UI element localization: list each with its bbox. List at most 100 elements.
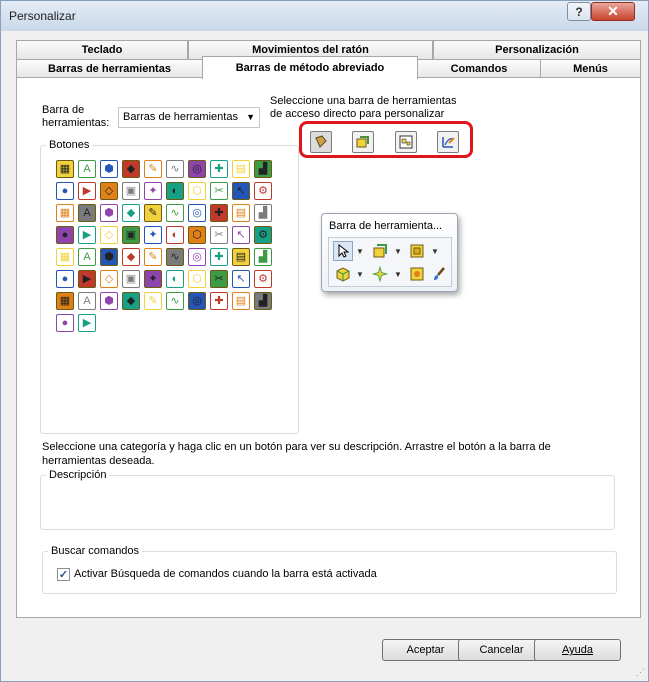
target-icon[interactable]: ⬡: [188, 182, 206, 200]
dots-grid-icon[interactable]: ▶: [78, 270, 96, 288]
sketch-shortcut-icon[interactable]: [437, 131, 459, 153]
help-button[interactable]: Ayuda: [534, 639, 621, 661]
text-format-icon[interactable]: A: [78, 160, 96, 178]
box-yellow-icon[interactable]: [407, 241, 427, 261]
save-icon[interactable]: ⬡: [188, 226, 206, 244]
checklist-icon[interactable]: ↖: [232, 226, 250, 244]
camera-icon[interactable]: A: [78, 292, 96, 310]
print-icon[interactable]: ✂: [210, 226, 228, 244]
box-icon[interactable]: ◆: [122, 160, 140, 178]
tab-personalizacion[interactable]: Personalización: [433, 40, 641, 59]
cube-yellow-icon[interactable]: [333, 264, 353, 284]
part-shortcut-icon[interactable]: [310, 131, 332, 153]
drawing-shortcut-icon[interactable]: [395, 131, 417, 153]
select-arrow-icon[interactable]: [333, 241, 353, 261]
letter-a-icon[interactable]: ⬢: [100, 160, 118, 178]
accept-button[interactable]: Aceptar: [382, 639, 469, 661]
helix-icon[interactable]: ✎: [144, 292, 162, 310]
rectangle-icon[interactable]: A: [78, 248, 96, 266]
brush-icon[interactable]: [429, 264, 449, 284]
arrow-icon[interactable]: ▣: [122, 270, 140, 288]
stack-icon[interactable]: ∿: [166, 204, 184, 222]
chevron-down-icon[interactable]: ▼: [356, 247, 364, 256]
component-icon[interactable]: ✦: [144, 270, 162, 288]
copy-box-icon[interactable]: ◎: [188, 204, 206, 222]
ruler-icon[interactable]: ⬢: [100, 204, 118, 222]
cube-blue-icon[interactable]: ●: [56, 314, 74, 332]
grid-icon[interactable]: ▦: [56, 160, 74, 178]
spline2-icon[interactable]: ∿: [166, 248, 184, 266]
bend-icon[interactable]: ✎: [144, 204, 162, 222]
point-icon[interactable]: ✚: [210, 248, 228, 266]
search-commands-checkbox[interactable]: ✓: [57, 568, 70, 581]
rotate-icon[interactable]: ◆: [122, 292, 140, 310]
lines2-icon[interactable]: ▣: [122, 226, 140, 244]
trim-icon[interactable]: ▤: [232, 248, 250, 266]
cone-icon[interactable]: ↖: [232, 270, 250, 288]
scissors-icon[interactable]: ⚙: [254, 182, 272, 200]
key-icon[interactable]: ▤: [232, 292, 250, 310]
tab-barras-herramientas[interactable]: Barras de herramientas: [16, 59, 203, 78]
tab-barras-metodo-abreviado[interactable]: Barras de método abreviado: [202, 56, 418, 79]
note-a-icon[interactable]: ✎: [144, 160, 162, 178]
split-icon[interactable]: ▦: [56, 292, 74, 310]
bars2-icon[interactable]: ✂: [210, 270, 228, 288]
pointer-icon[interactable]: ▦: [56, 204, 74, 222]
hatch-icon[interactable]: ▤: [232, 160, 250, 178]
tab-comandos[interactable]: Comandos: [417, 59, 541, 78]
table-icon[interactable]: ▤: [232, 204, 250, 222]
crosshair-icon[interactable]: ✚: [210, 160, 228, 178]
gear-icon[interactable]: A: [78, 204, 96, 222]
chevron-down-icon[interactable]: ▼: [431, 247, 439, 256]
stairs-icon[interactable]: ▟: [254, 160, 272, 178]
cancel-button[interactable]: Cancelar: [458, 639, 545, 661]
arc-icon[interactable]: ◆: [122, 248, 140, 266]
lines-icon[interactable]: ▣: [122, 182, 140, 200]
sphere-icon[interactable]: ●: [56, 182, 74, 200]
chevron-down-icon[interactable]: ▼: [394, 270, 402, 279]
toolbar-select[interactable]: Barras de herramientas ▼: [118, 107, 260, 128]
bars-icon[interactable]: ✦: [144, 182, 162, 200]
gauge-icon[interactable]: ◎: [188, 160, 206, 178]
chevron-down-icon[interactable]: ▼: [394, 247, 402, 256]
assembly-shortcut-icon[interactable]: [352, 131, 374, 153]
measure-icon[interactable]: ◇: [100, 270, 118, 288]
wave-icon[interactable]: ∿: [166, 292, 184, 310]
sparkle-icon[interactable]: ✂: [210, 182, 228, 200]
dotted-box-icon[interactable]: ●: [56, 270, 74, 288]
cube-icon[interactable]: ●: [56, 226, 74, 244]
line-icon[interactable]: ▦: [56, 248, 74, 266]
swap-icon[interactable]: ▟: [254, 292, 272, 310]
resize-grip-icon[interactable]: ⋰: [636, 667, 645, 678]
tab-menus[interactable]: Menús: [540, 59, 641, 78]
edit-icon[interactable]: ⚙: [254, 226, 272, 244]
zigzag-icon[interactable]: ◎: [188, 292, 206, 310]
sparkle-tool-icon[interactable]: [370, 264, 390, 284]
explode-icon[interactable]: ⚙: [254, 270, 272, 288]
plus-arc-icon[interactable]: ◎: [188, 248, 206, 266]
mirror-icon[interactable]: ▟: [254, 248, 272, 266]
close-icon[interactable]: ✕: [591, 2, 635, 21]
magnet-icon[interactable]: ⬢: [100, 292, 118, 310]
search-commands-checkbox-label[interactable]: Activar Búsqueda de comandos cuando la b…: [74, 568, 377, 580]
bold-italic-icon[interactable]: ▶: [78, 182, 96, 200]
settings-icon[interactable]: ▶: [78, 314, 96, 332]
tool-icon[interactable]: ✚: [210, 292, 228, 310]
box-green-icon[interactable]: [370, 241, 390, 261]
sum-icon[interactable]: ▟: [254, 204, 272, 222]
extrude-icon[interactable]: ◐: [166, 182, 184, 200]
plane-icon[interactable]: ◇: [100, 182, 118, 200]
axis-icon[interactable]: ◇: [100, 226, 118, 244]
block-icon[interactable]: ◐: [166, 270, 184, 288]
cylinder-icon[interactable]: ⬡: [188, 270, 206, 288]
help-icon[interactable]: ?: [567, 2, 591, 21]
spline-icon[interactable]: ∿: [166, 160, 184, 178]
document-icon[interactable]: ✦: [144, 226, 162, 244]
pie-icon[interactable]: ↖: [232, 182, 250, 200]
slot-icon[interactable]: ✎: [144, 248, 162, 266]
gear-yellow-icon[interactable]: [407, 264, 427, 284]
pencil-icon[interactable]: ✚: [210, 204, 228, 222]
folder-icon[interactable]: ◐: [166, 226, 184, 244]
sw-logo-icon[interactable]: ◆: [122, 204, 140, 222]
globe-icon[interactable]: ▶: [78, 226, 96, 244]
